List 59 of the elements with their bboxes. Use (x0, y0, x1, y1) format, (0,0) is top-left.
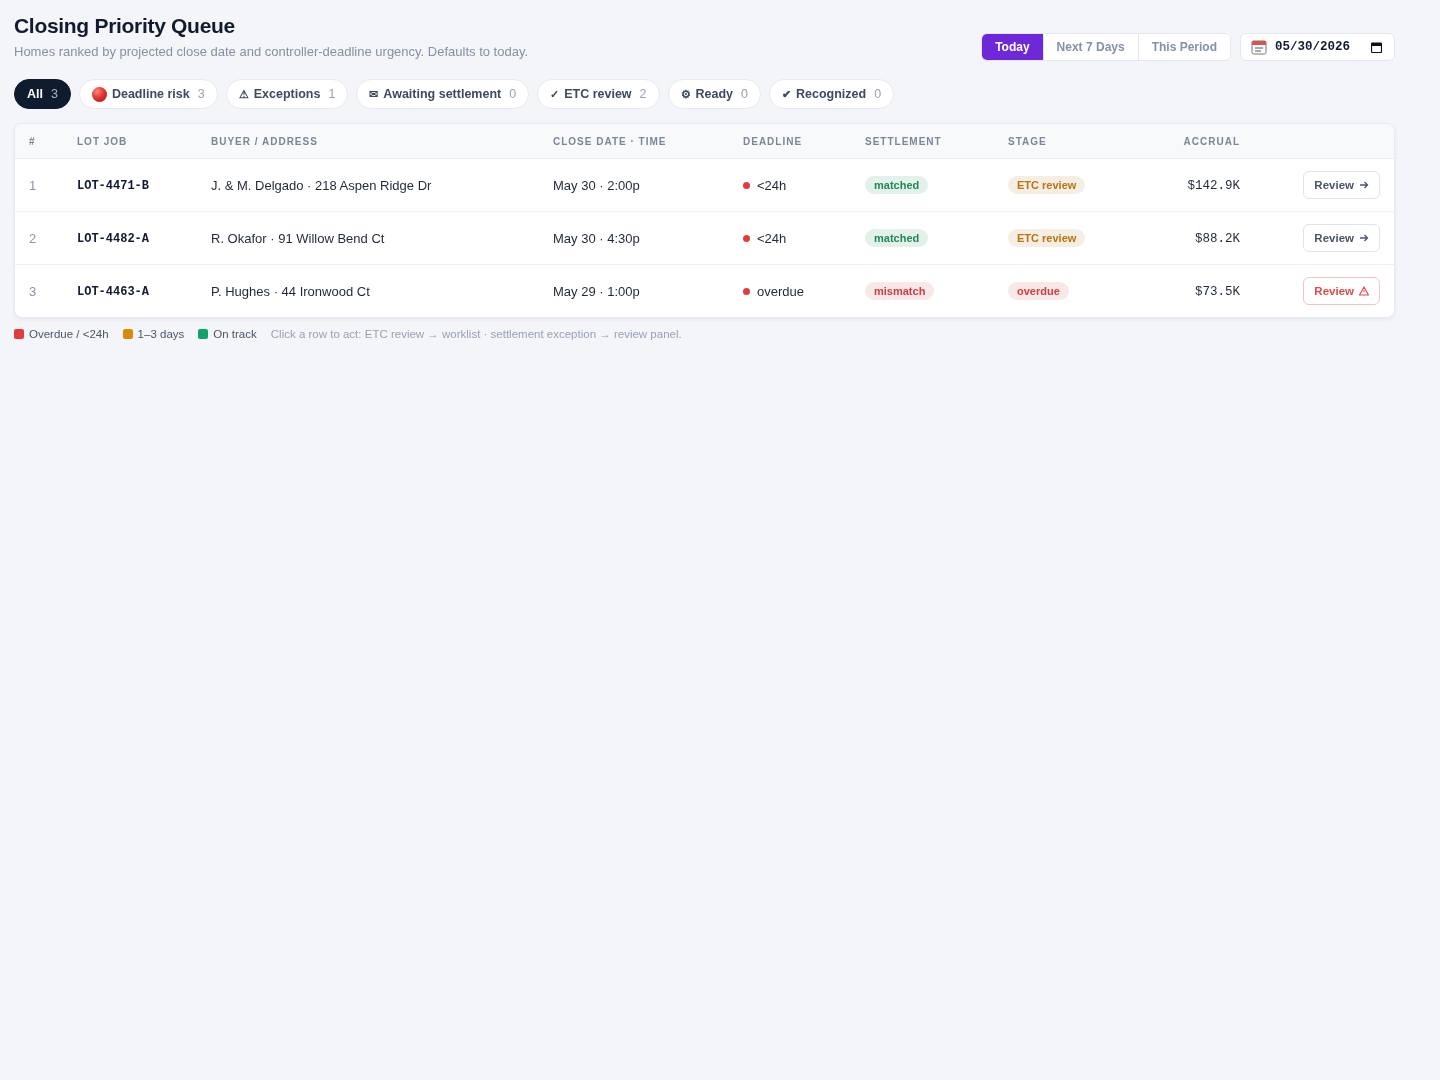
filter-chip[interactable]: ✔ Recognized 0 (769, 79, 895, 109)
column-header: SETTLEMENT (865, 124, 1008, 159)
buyer-address: R. Okafor · 91 Willow Bend Ct (211, 230, 385, 246)
row-number: 1 (29, 177, 37, 193)
lot-job: LOT-4463-A (77, 285, 149, 299)
buyer-address: P. Hughes · 44 Ironwood Ct (211, 283, 370, 299)
stage-badge: ETC review (1008, 229, 1086, 247)
legend-label: On track (213, 328, 257, 340)
buyer-address: J. & M. Delgado · 218 Aspen Ridge Dr (211, 177, 432, 193)
date-field[interactable]: 05/30/2026 (1240, 33, 1395, 61)
lot-job: LOT-4471-B (77, 179, 149, 193)
deadline-text: overdue (757, 284, 804, 299)
hint-text: Click a row to act: ETC review → worklist · settlement exception → review panel. (270, 328, 682, 340)
arrow-right-icon (1359, 233, 1369, 243)
row-number: 3 (29, 283, 37, 299)
column-header: CLOSE DATE · TIME (553, 124, 743, 159)
settlement-badge: matched (865, 229, 929, 247)
legend-label: Overdue / <24h (29, 328, 109, 340)
review-button[interactable]: Review (1303, 224, 1380, 252)
page-title: Closing Priority Queue (14, 14, 236, 38)
settlement-badge: mismatch (865, 282, 935, 300)
deadline-dot (743, 182, 750, 189)
review-button[interactable]: Review (1303, 171, 1380, 199)
accrual-amount: $73.5K (1195, 285, 1240, 299)
column-header: ACCRUAL (1148, 124, 1240, 159)
legend-label: 1–3 days (137, 328, 185, 340)
deadline-text: <24h (757, 231, 787, 246)
close-date: May 29 · 1:00p (553, 283, 640, 299)
column-header: # (15, 124, 77, 159)
stage-badge: overdue (1008, 282, 1069, 300)
column-header: STAGE (1008, 124, 1148, 159)
filter-chip[interactable]: ⚙ Ready 0 (667, 79, 761, 109)
accrual-amount: $88.2K (1195, 232, 1240, 246)
review-button[interactable]: Review (1303, 277, 1380, 305)
filter-chip[interactable]: ✉ Awaiting settlement 0 (356, 79, 530, 109)
filter-chip[interactable]: ✓ ETC review 2 (537, 79, 660, 109)
deadline-dot (743, 288, 750, 295)
lot-job: LOT-4482-A (77, 232, 149, 246)
column-header: DEADLINE (743, 124, 865, 159)
filter-chip[interactable]: All 3 (14, 79, 71, 109)
calendar-icon (1251, 39, 1267, 55)
column-header: LOT JOB (77, 124, 211, 159)
filter-chip[interactable]: ⚠ Exceptions 1 (225, 79, 349, 109)
warning-icon (1359, 286, 1369, 296)
calendar-picker-icon (1371, 41, 1382, 53)
page-subtitle: Homes ranked by projected close date and controller-deadline urgency. Defaults to today. (14, 44, 529, 59)
risk-dot-icon (91, 86, 107, 102)
stage-badge: ETC review (1008, 176, 1086, 194)
deadline-dot (743, 235, 750, 242)
row-number: 2 (29, 230, 37, 246)
range-tab[interactable]: Today (982, 34, 1043, 60)
close-date: May 30 · 4:30p (553, 230, 640, 246)
settlement-badge: matched (865, 176, 929, 194)
column-header: BUYER / ADDRESS (211, 124, 553, 159)
arrow-right-icon (1359, 180, 1369, 190)
accrual-amount: $142.9K (1187, 179, 1240, 193)
close-date: May 30 · 2:00p (553, 177, 640, 193)
deadline-text: <24h (757, 178, 787, 193)
filter-chip[interactable]: Deadline risk 3 (78, 79, 218, 109)
